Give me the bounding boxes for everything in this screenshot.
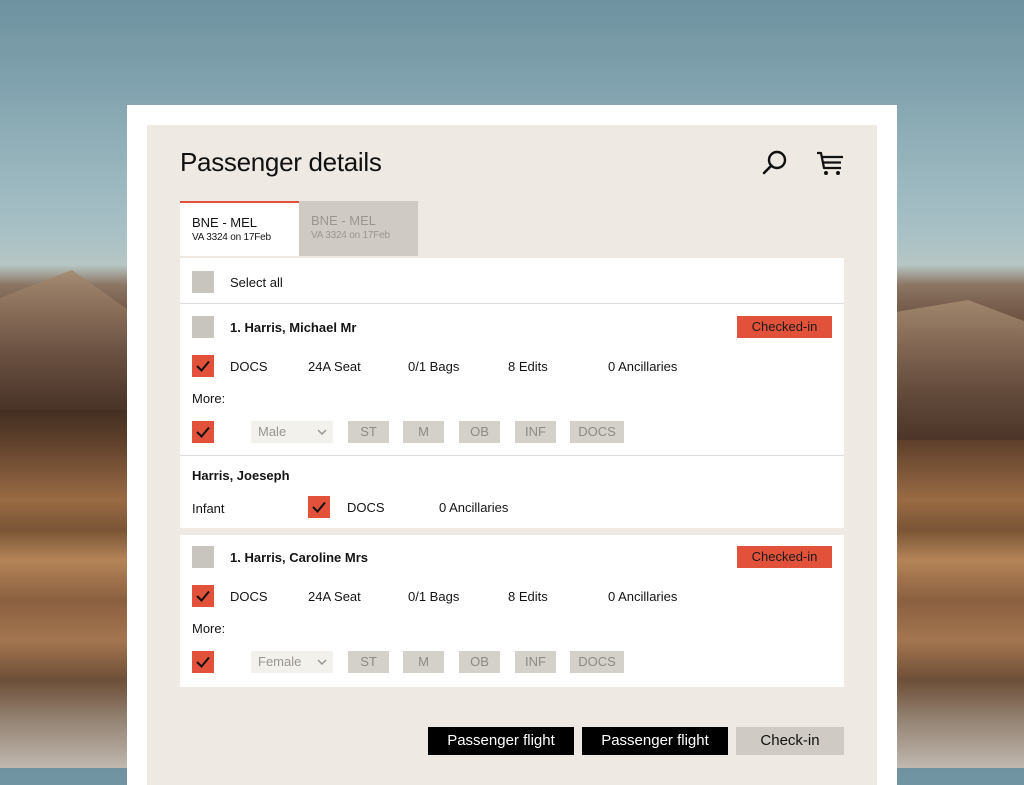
tab-route: BNE - MEL: [192, 215, 258, 230]
ancillaries-label: 0 Ancillaries: [608, 589, 678, 604]
infant-ancillaries-label: 0 Ancillaries: [439, 500, 509, 515]
infant-row: Harris, Joeseph Infant DOCS 0 Ancillarie…: [180, 456, 844, 528]
infant-type: Infant: [192, 501, 225, 516]
more-label: More:: [192, 621, 226, 636]
infant-name: Harris, Joeseph: [192, 468, 290, 483]
select-all-label: Select all: [230, 275, 283, 290]
option-ob[interactable]: OB: [459, 421, 500, 443]
docs-label: DOCS: [230, 589, 268, 604]
passenger-name: 1. Harris, Caroline Mrs: [230, 550, 368, 565]
more-checkbox[interactable]: [192, 421, 214, 443]
docs-checkbox[interactable]: [192, 585, 214, 607]
seat-label: 24A Seat: [308, 589, 361, 604]
gender-value: Female: [258, 654, 302, 669]
passenger-flight-button[interactable]: Passenger flight: [428, 727, 574, 755]
more-checkbox[interactable]: [192, 651, 214, 673]
cart-button[interactable]: [814, 147, 846, 179]
tab-flight-info: VA 3324 on 17Feb: [311, 230, 390, 241]
edits-label: 8 Edits: [508, 359, 548, 374]
option-m[interactable]: M: [403, 421, 444, 443]
check-icon: [196, 656, 210, 668]
status-badge: Checked-in: [737, 316, 832, 338]
option-m[interactable]: M: [403, 651, 444, 673]
option-inf[interactable]: INF: [515, 651, 556, 673]
tab-flight-2[interactable]: BNE - MEL VA 3324 on 17Feb: [299, 201, 418, 256]
passenger-row: 1. Harris, Caroline Mrs Checked-in DOCS …: [180, 535, 844, 687]
infant-docs-checkbox[interactable]: [308, 496, 330, 518]
gender-value: Male: [258, 424, 287, 439]
more-label: More:: [192, 391, 226, 406]
passenger-list: Select all 1. Harris, Michael Mr Checked…: [180, 258, 844, 687]
search-icon: [762, 150, 787, 175]
infant-docs-label: DOCS: [347, 500, 385, 515]
passenger-flight-button-2[interactable]: Passenger flight: [582, 727, 728, 755]
check-icon: [196, 590, 210, 602]
search-button[interactable]: [759, 147, 791, 179]
check-icon: [196, 360, 210, 372]
status-badge: Checked-in: [737, 546, 832, 568]
cart-icon: [817, 151, 843, 175]
option-st[interactable]: ST: [348, 651, 389, 673]
tab-flight-info: VA 3324 on 17Feb: [192, 232, 271, 243]
seat-label: 24A Seat: [308, 359, 361, 374]
passenger-details-card: Passenger details BNE - MEL VA 3324 on 1…: [127, 105, 897, 785]
bags-label: 0/1 Bags: [408, 589, 460, 604]
gender-select[interactable]: Female: [251, 651, 333, 673]
page-title: Passenger details: [180, 147, 382, 177]
option-docs[interactable]: DOCS: [570, 421, 624, 443]
bags-label: 0/1 Bags: [408, 359, 460, 374]
tab-flight-1[interactable]: BNE - MEL VA 3324 on 17Feb: [180, 201, 299, 256]
check-icon: [196, 426, 210, 438]
chevron-down-icon: [317, 429, 327, 436]
flight-tabs: BNE - MEL VA 3324 on 17Feb BNE - MEL VA …: [180, 201, 418, 258]
option-ob[interactable]: OB: [459, 651, 500, 673]
background-hill-right: [884, 300, 1024, 440]
check-icon: [312, 501, 326, 513]
select-all-row: Select all: [180, 258, 844, 304]
passenger-checkbox[interactable]: [192, 546, 214, 568]
docs-label: DOCS: [230, 359, 268, 374]
option-inf[interactable]: INF: [515, 421, 556, 443]
edits-label: 8 Edits: [508, 589, 548, 604]
select-all-checkbox[interactable]: [192, 271, 214, 293]
ancillaries-label: 0 Ancillaries: [608, 359, 678, 374]
passenger-checkbox[interactable]: [192, 316, 214, 338]
content-panel: Passenger details BNE - MEL VA 3324 on 1…: [147, 125, 877, 785]
tab-route: BNE - MEL: [311, 213, 377, 228]
docs-checkbox[interactable]: [192, 355, 214, 377]
option-st[interactable]: ST: [348, 421, 389, 443]
chevron-down-icon: [317, 659, 327, 666]
check-in-button[interactable]: Check-in: [736, 727, 844, 755]
gender-select[interactable]: Male: [251, 421, 333, 443]
option-docs[interactable]: DOCS: [570, 651, 624, 673]
passenger-row: 1. Harris, Michael Mr Checked-in DOCS 24…: [180, 304, 844, 456]
passenger-name: 1. Harris, Michael Mr: [230, 320, 357, 335]
